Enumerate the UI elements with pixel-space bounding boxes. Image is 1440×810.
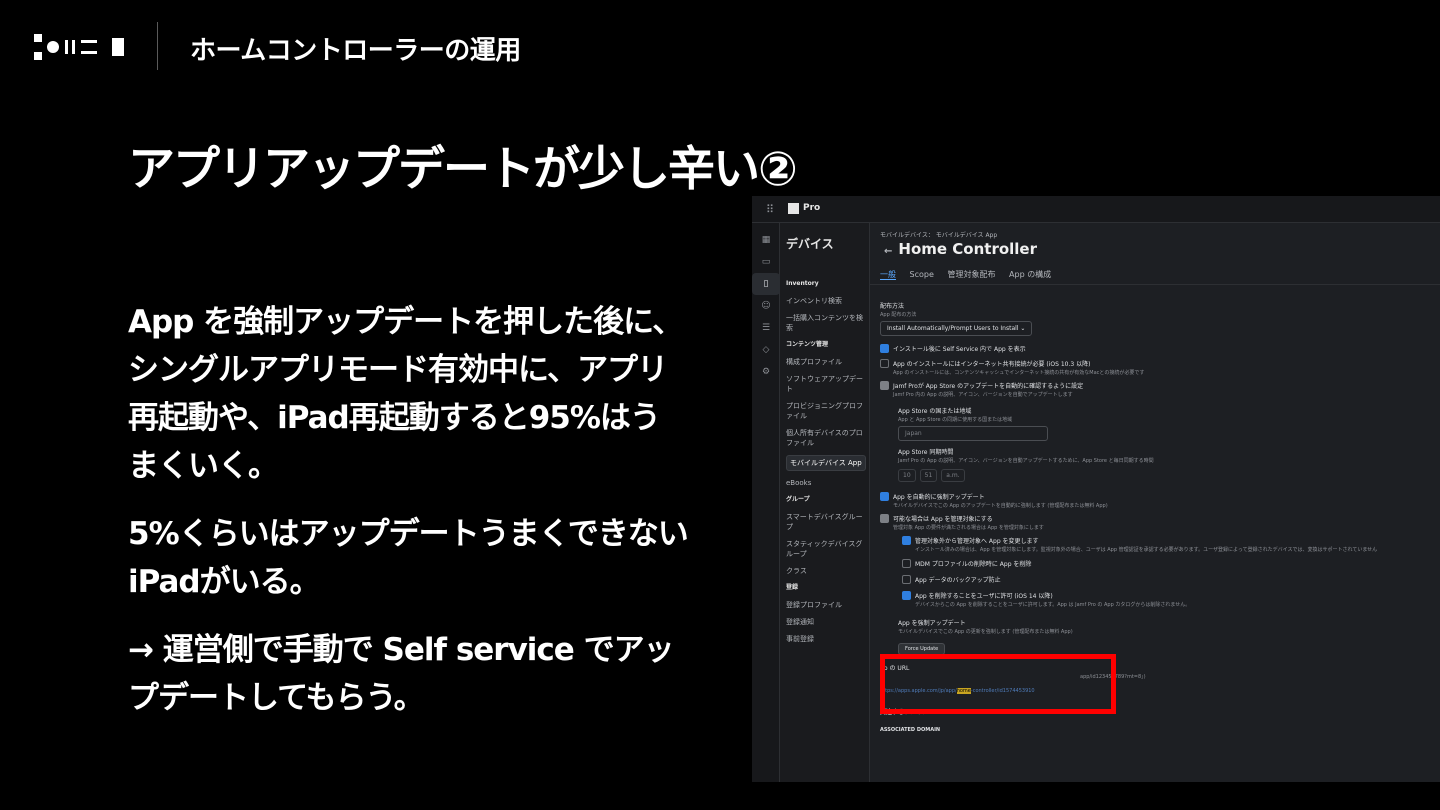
nav-section-label: コンテンツ管理 [786, 341, 829, 348]
tab-divider [870, 284, 1440, 285]
page-title: ← Home Controller [884, 240, 1037, 258]
option-sub: デバイスからこの App を削除することをユーザに許可します。App は Jam… [915, 602, 1191, 608]
distribution-select[interactable]: Install Automatically/Prompt Users to In… [880, 321, 1033, 336]
app-grid-icon[interactable]: ⠿ [766, 203, 774, 216]
gear-icon[interactable]: ⚙ [752, 361, 780, 383]
nav-item[interactable]: 個人所有デバイスのプロファイル [786, 428, 866, 448]
option-sub: モバイルデバイスでこの App のアップデートを自動的に強制します (管理配布ま… [893, 503, 1108, 509]
option-label: App を削除することをユーザに許可 (iOS 14 以降) [915, 593, 1053, 600]
body-paragraph: 5%くらいはアップデートうまくできないiPadがいる。 [128, 516, 689, 600]
option-label: App データのバックアップ防止 [915, 577, 1001, 584]
back-arrow-icon[interactable]: ← [884, 246, 892, 257]
force-update-sub: モバイルデバイスでこの App の更新を強制します (管理配布または無料 App… [898, 629, 1073, 635]
slide-header: ホームコントローラーの運用 [0, 0, 1440, 95]
product-logo [788, 203, 799, 214]
checkbox[interactable] [880, 514, 889, 523]
option-sub: App のインストールには、コンテンツキャッシュでインターネット接続の共有が有効… [893, 370, 1145, 376]
checkbox[interactable] [902, 591, 911, 600]
option-sub: 管理対象 App の要件が満たされる場合は App を管理対象にします [893, 525, 1044, 531]
nav-item-mobile-apps[interactable]: モバイルデバイス App [786, 455, 866, 471]
sync-minute-select[interactable]: 51 [919, 469, 938, 482]
icon-rail: ▦ ▭ ▯ ☺ ☰ ◇ ⚙ [752, 223, 780, 782]
distribution-label: 配布方法 [880, 303, 905, 310]
force-update-label: App を強制アップデート [898, 620, 966, 627]
checkbox[interactable] [902, 559, 911, 568]
nav-item[interactable]: インベントリ検索 [786, 296, 866, 306]
sync-hour-select[interactable]: 10 [898, 469, 916, 482]
nav-item[interactable]: eBooks [786, 478, 866, 488]
computer-icon[interactable]: ▭ [752, 251, 780, 273]
nav-section-label: 登録 [786, 584, 799, 591]
region-label: App Store の国または地域 [898, 408, 972, 415]
dashboard-icon[interactable]: ▦ [752, 229, 780, 251]
checkbox[interactable] [902, 575, 911, 584]
checkbox[interactable] [902, 536, 911, 545]
nav-item[interactable]: スマートデバイスグループ [786, 512, 866, 532]
slide-title: アプリアップデートが少し辛い② [128, 142, 798, 197]
checkbox[interactable] [880, 381, 889, 390]
sync-ampm-select[interactable]: a.m. [941, 469, 965, 482]
nav-item[interactable]: 登録通知 [786, 617, 866, 627]
highlight-box [880, 654, 1116, 714]
option-label: Jamf Proが App Store のアップデートを自動的に確認するように設… [893, 383, 1084, 390]
nav-item[interactable]: 構成プロファイル [786, 357, 866, 367]
body-paragraph: App を強制アップデートを押した後に、シングルアプリモード有効中に、アプリ再起… [128, 304, 683, 484]
header-title: ホームコントローラーの運用 [190, 36, 521, 66]
tab-scope[interactable]: Scope [910, 270, 934, 279]
option-label: App のインストールにはインターネット共有接続が必要 (iOS 10.3 以降… [893, 361, 1091, 368]
option-label: App を自動的に強制アップデート [893, 494, 985, 501]
body-paragraph: → 運営側で手動で Self service でアップデートしてもらう。 [128, 632, 675, 716]
nav-item[interactable]: ソフトウェアアップデート [786, 374, 866, 394]
checkbox[interactable] [880, 359, 889, 368]
option-label: 管理対象外から管理対象へ App を変更します [915, 538, 1039, 545]
checkbox[interactable] [880, 492, 889, 501]
app-url-partial: app/id123456789?mt=8」) [1080, 674, 1146, 680]
shield-icon[interactable]: ◇ [752, 339, 780, 361]
domain-sub: ASSOCIATED DOMAIN [880, 727, 941, 733]
nav-item[interactable]: プロビジョニングプロファイル [786, 401, 866, 421]
slide-body: App を強制アップデートを押した後に、シングルアプリモード有効中に、アプリ再起… [128, 298, 689, 742]
nav-item[interactable]: 一括購入コンテンツを検索 [786, 313, 866, 333]
device-nav: デバイス Inventory インベントリ検索 一括購入コンテンツを検索 コンテ… [780, 223, 870, 782]
device-icon[interactable]: ▯ [752, 273, 780, 295]
tab-general[interactable]: 一般 [880, 270, 896, 280]
app-topbar: ⠿ Pro [752, 196, 1440, 223]
sync-sub: Jamf Pro の App の説明、アイコン、バージョンを自動アップデートする… [898, 458, 1154, 464]
option-label: インストール後に Self Service 内で App を表示 [893, 346, 1026, 353]
tab-managed-distribution[interactable]: 管理対象配布 [947, 270, 995, 279]
tab-bar: 一般 Scope 管理対象配布 App の構成 [880, 269, 1062, 283]
nav-item[interactable]: 登録プロファイル [786, 600, 866, 610]
tab-app-config[interactable]: App の構成 [1009, 270, 1051, 279]
option-label: 可能な場合は App を管理対象にする [893, 516, 993, 523]
nav-section-label: グループ [786, 496, 810, 503]
region-select[interactable]: Japan [898, 426, 1048, 441]
region-value: Japan [905, 430, 922, 437]
users-icon[interactable]: ☺ [752, 295, 780, 317]
checkbox[interactable] [880, 344, 889, 353]
breadcrumb: モバイルデバイス： モバイルデバイス App [880, 232, 998, 239]
page-title-text: Home Controller [898, 240, 1037, 258]
nav-item[interactable]: クラス [786, 566, 866, 576]
option-sub: インストール済みの場合は、App を管理対象にします。監視対象外の場合、ユーザは… [915, 547, 1378, 553]
chevron-down-icon: ⌄ [1020, 325, 1026, 332]
distribution-value: Install Automatically/Prompt Users to In… [887, 325, 1019, 332]
option-sub: Jamf Pro 内の App の説明、アイコン、バージョンを自動でアップデート… [893, 392, 1073, 398]
nav-item[interactable]: 事前登録 [786, 634, 866, 644]
sync-label: App Store 同期時間 [898, 449, 954, 456]
header-divider [157, 22, 158, 70]
nav-heading: デバイス [786, 237, 834, 251]
nav-item[interactable]: スタティックデバイスグループ [786, 539, 866, 559]
company-logo [34, 34, 124, 60]
nav-section-label: Inventory [786, 280, 819, 287]
region-sub: App と App Store の同期に使用する国または地域 [898, 417, 1013, 423]
option-label: MDM プロファイルの削除時に App を削除 [915, 561, 1032, 568]
product-name: Pro [803, 203, 821, 213]
distribution-sub: App 配布の方法 [880, 312, 917, 318]
sliders-icon[interactable]: ☰ [752, 317, 780, 339]
